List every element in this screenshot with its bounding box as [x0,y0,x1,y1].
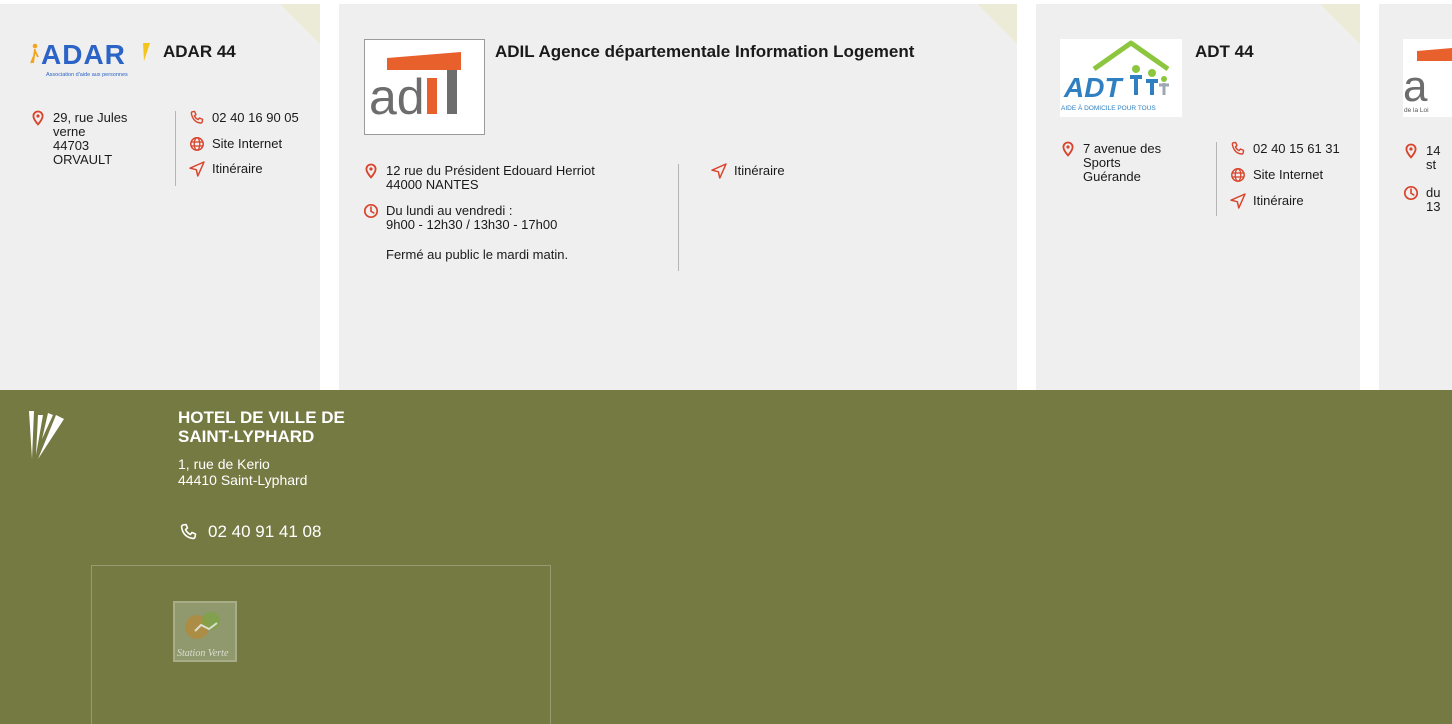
footer-phone-number[interactable]: 02 40 91 41 08 [208,522,321,542]
opening-hours: du 13 [1403,186,1440,214]
card-title: ADIL Agence départementale Information L… [495,42,915,61]
directory-card-adt: ADT AIDE À DOMICILE POUR TOUS ADT 44 7 a… [1036,4,1360,390]
hours-line: Du lundi au vendredi : [386,203,513,218]
clock-icon [363,203,379,219]
clock-icon [1403,185,1419,201]
address-line: verne [53,124,86,139]
column-divider [1216,142,1217,216]
address-line: 12 rue du Président Edouard Herriot [386,163,595,178]
svg-text:ADT: ADT [1063,72,1124,103]
phone-icon [189,110,205,126]
address-text: 14 st [1426,144,1440,172]
adt-logo: ADT AIDE À DOMICILE POUR TOUS [1060,39,1182,117]
itinerary-link[interactable]: Itinéraire [711,164,785,179]
globe-icon [1230,167,1246,183]
navigation-arrow-icon [1230,193,1246,209]
address-line: 29, rue Jules [53,110,128,125]
directory-card-adil: ad adil ADIL Agence départementale Infor… [339,4,1017,390]
address: 12 rue du Président Edouard Herriot 4400… [363,164,595,192]
location-pin-icon [363,163,379,179]
hours-line: 9h00 - 12h30 / 13h30 - 17h00 [386,217,558,232]
directory-card-adar: ADAR Association d'aide aux personnes AD… [0,4,320,390]
svg-text:ADAR: ADAR [41,39,126,70]
footer-phone-link[interactable]: 02 40 91 41 08 [178,522,321,542]
card-title: ADAR 44 [163,42,236,61]
navigation-arrow-icon [711,163,727,179]
website-link[interactable]: Site Internet [1230,168,1323,183]
address-line: 7 avenue des [1083,141,1162,156]
footer-address-line: 44410 Saint-Lyphard [178,472,308,488]
partial-logo-tagline: de la Loi [1404,107,1429,114]
opening-hours: Du lundi au vendredi : 9h00 - 12h30 / 13… [363,204,568,262]
address-line: 44703 [53,138,90,153]
phone-icon [180,523,197,540]
location-pin-icon [1060,141,1076,157]
adar-logo-tagline: Association d'aide aux personnes [46,72,128,78]
address-line: Sports [1083,155,1121,170]
phone-number[interactable]: 02 40 16 90 05 [212,111,299,125]
phone-number[interactable]: 02 40 15 61 31 [1253,142,1340,156]
page-fold-corner [977,4,1017,44]
itinerary-label[interactable]: Itinéraire [1253,194,1304,208]
adar-logo: ADAR Association d'aide aux personnes [30,37,155,81]
website-link[interactable]: Site Internet [189,137,282,152]
town-logo-icon[interactable] [26,409,66,461]
address-line: st [1426,157,1437,172]
address-text: 12 rue du Président Edouard Herriot 4400… [386,164,595,192]
footer-address: 1, rue de Kerio 44410 Saint-Lyphard [178,456,307,488]
hours-text: du 13 [1426,186,1440,214]
label-badge-container: Station Verte [91,565,551,724]
page-fold-corner [280,4,320,44]
navigation-arrow-icon [189,161,205,177]
directory-card-partial: a de la Loi 14 st du 13 [1379,4,1452,390]
site-footer: HOTEL DE VILLE DE SAINT-LYPHARD 1, rue d… [0,390,1452,724]
address-line: 14 [1426,143,1441,158]
address-text: 7 avenue des Sports Guérande [1083,142,1161,184]
partial-logo: a de la Loi [1403,39,1452,117]
hours-line: 13 [1426,199,1441,214]
address: 29, rue Jules verne 44703 ORVAULT [30,111,127,167]
itinerary-link[interactable]: Itinéraire [1230,194,1304,209]
footer-address-line: 1, rue de Kerio [178,456,270,472]
website-label[interactable]: Site Internet [1253,168,1323,182]
adt-logo-tagline: AIDE À DOMICILE POUR TOUS [1061,105,1156,112]
column-divider [678,164,679,271]
hours-line: du [1426,185,1441,200]
address-line: 44000 NANTES [386,177,479,192]
location-pin-icon [30,110,46,126]
address-line: ORVAULT [53,152,113,167]
adil-logo: ad adil [364,39,485,135]
footer-title: HOTEL DE VILLE DE SAINT-LYPHARD [178,408,345,446]
itinerary-link[interactable]: Itinéraire [189,162,263,177]
closure-note: Fermé au public le mardi matin. [386,247,569,262]
page-fold-corner [1320,4,1360,44]
phone-icon [1230,141,1246,157]
svg-text:Station Verte: Station Verte [177,648,229,659]
address-text: 29, rue Jules verne 44703 ORVAULT [53,111,127,167]
directory-card-list: ADAR Association d'aide aux personnes AD… [0,0,1452,390]
itinerary-label[interactable]: Itinéraire [212,162,263,176]
itinerary-label[interactable]: Itinéraire [734,164,785,178]
station-verte-badge[interactable]: Station Verte [173,601,237,662]
column-divider [175,111,176,186]
website-label[interactable]: Site Internet [212,137,282,151]
svg-text:a: a [1403,62,1428,105]
address: 14 st [1403,144,1440,172]
phone-link[interactable]: 02 40 16 90 05 [189,111,299,126]
location-pin-icon [1403,143,1419,159]
phone-link[interactable]: 02 40 15 61 31 [1230,142,1340,157]
card-title: ADT 44 [1195,42,1254,61]
globe-icon [189,136,205,152]
address: 7 avenue des Sports Guérande [1060,142,1161,184]
hours-text: Du lundi au vendredi : 9h00 - 12h30 / 13… [386,204,568,262]
address-line: Guérande [1083,169,1141,184]
